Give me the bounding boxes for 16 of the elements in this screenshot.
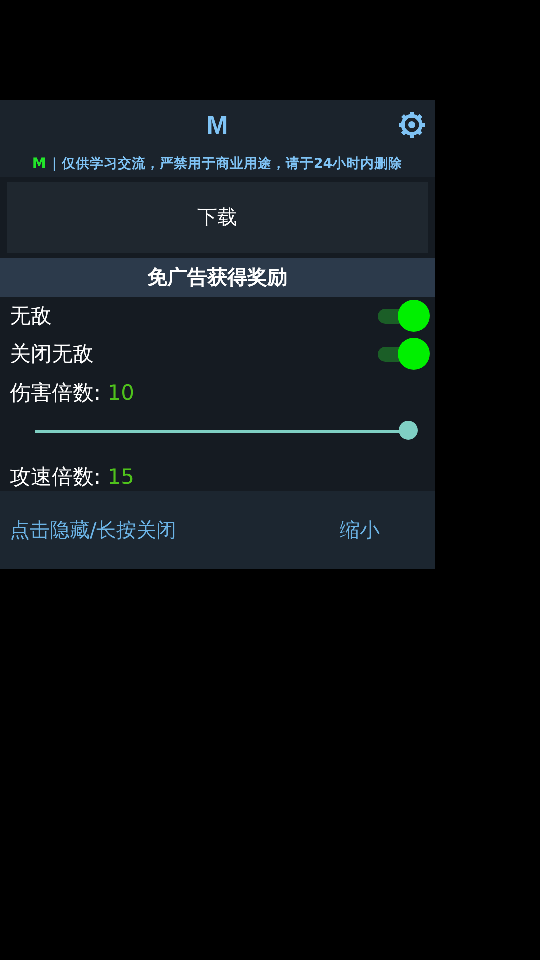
section-title: 免广告获得奖励 (148, 264, 288, 291)
slider-thumb[interactable] (399, 421, 418, 440)
toggle-switch[interactable] (378, 300, 430, 332)
download-button[interactable]: 下载 (7, 182, 428, 253)
settings-button[interactable] (397, 110, 427, 140)
slider-label: 伤害倍数: 10 (10, 380, 136, 407)
notice-text: | 仅供学习交流，严禁用于商业用途，请于24小时内删除 (52, 154, 403, 172)
toggle-label: 无敌 (10, 303, 52, 330)
window-title: M (206, 110, 228, 140)
hide-link[interactable]: 点击隐藏/长按关闭 (10, 516, 177, 544)
slider-label: 攻速倍数: 15 (10, 464, 136, 491)
settings-icon (398, 111, 426, 139)
shrink-button[interactable]: 缩小 (340, 516, 380, 544)
tag-label: M (32, 156, 46, 172)
toggle-switch[interactable] (378, 338, 430, 370)
toggle-label: 关闭无敌 (10, 341, 94, 368)
